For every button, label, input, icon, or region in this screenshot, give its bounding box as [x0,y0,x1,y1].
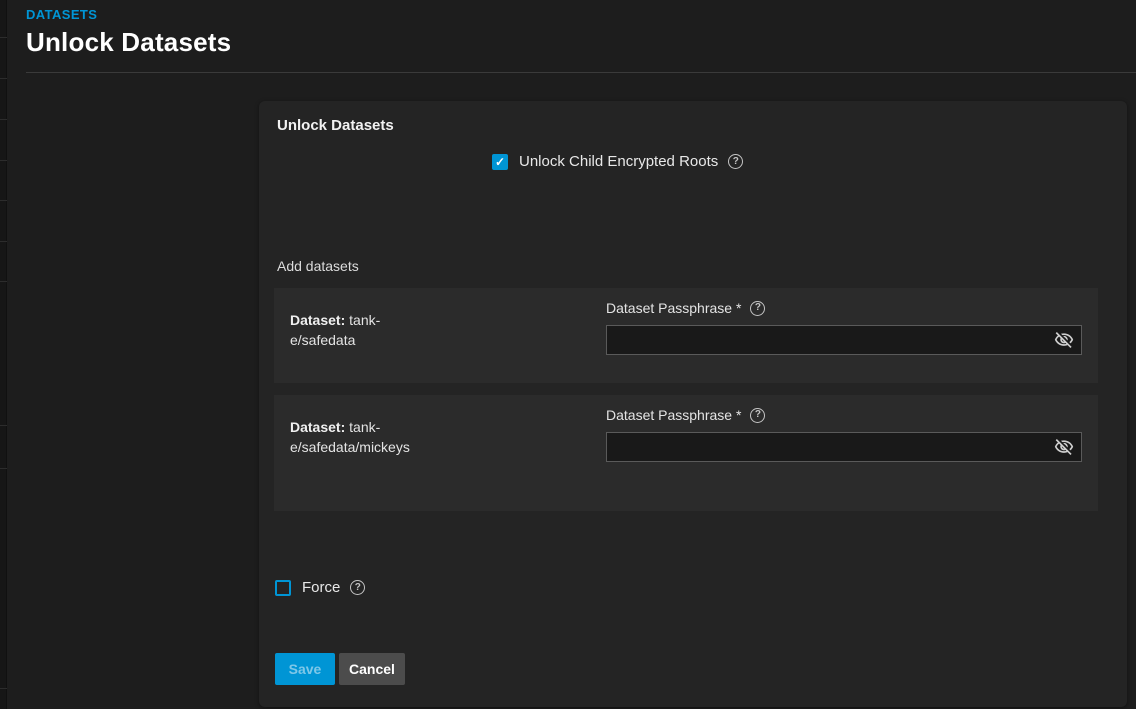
passphrase-label: Dataset Passphrase * [606,300,741,316]
unlock-child-encrypted-roots-checkbox[interactable]: ✓ Unlock Child Encrypted Roots ? [492,153,743,170]
visibility-off-icon[interactable] [1053,437,1075,457]
dataset-row: Dataset: tank-e/safedata/mickeys Dataset… [274,395,1098,511]
passphrase-input[interactable] [606,325,1082,355]
force-label: Force [302,579,340,596]
add-datasets-label: Add datasets [277,258,359,274]
checkbox-checked-icon[interactable]: ✓ [492,154,508,170]
save-button[interactable]: Save [275,653,335,685]
dataset-row: Dataset: tank-e/safedata Dataset Passphr… [274,288,1098,383]
passphrase-field-group: Dataset Passphrase * ? [606,407,1082,462]
unlock-child-label: Unlock Child Encrypted Roots [519,153,718,170]
card-title: Unlock Datasets [277,117,394,134]
help-icon[interactable]: ? [728,154,743,169]
header-divider [26,72,1136,73]
force-checkbox[interactable]: Force ? [275,579,365,596]
help-icon[interactable]: ? [750,408,765,423]
help-icon[interactable]: ? [750,301,765,316]
page-title: Unlock Datasets [26,27,231,58]
collapsed-sidebar-edge [0,0,7,709]
dataset-path: Dataset: tank-e/safedata/mickeys [290,417,412,457]
visibility-off-icon[interactable] [1053,330,1075,350]
breadcrumb-datasets[interactable]: DATASETS [26,7,97,22]
cancel-button[interactable]: Cancel [339,653,405,685]
unlock-datasets-card: Unlock Datasets ✓ Unlock Child Encrypted… [259,101,1127,707]
passphrase-field-group: Dataset Passphrase * ? [606,300,1082,355]
dataset-path: Dataset: tank-e/safedata [290,310,412,350]
dataset-label: Dataset: [290,419,345,435]
passphrase-label: Dataset Passphrase * [606,407,741,423]
unlock-datasets-page: DATASETS Unlock Datasets Unlock Datasets… [0,0,1136,709]
passphrase-input[interactable] [606,432,1082,462]
checkbox-unchecked-icon[interactable] [275,580,291,596]
dataset-label: Dataset: [290,312,345,328]
help-icon[interactable]: ? [350,580,365,595]
